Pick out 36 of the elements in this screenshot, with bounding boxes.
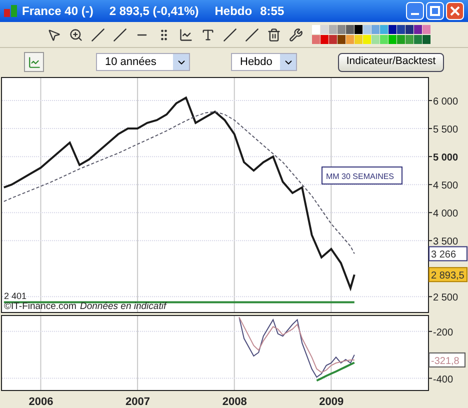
axis-label: -200 — [433, 327, 454, 338]
year-label: 2009 — [319, 396, 344, 408]
chart-tool-button[interactable] — [24, 52, 44, 72]
axis-label: 5 500 — [433, 124, 458, 136]
year-label: 2006 — [28, 396, 54, 408]
axis-label: 6 000 — [433, 96, 458, 108]
range-select[interactable]: 10 années — [96, 53, 190, 71]
axis-label: 5 000 — [433, 152, 458, 164]
annotation: MM 30 SEMAINES — [326, 172, 394, 181]
indicator-button[interactable]: Indicateur/Backtest — [338, 52, 444, 72]
axis-label: 4 500 — [433, 180, 458, 192]
axis-label: -400 — [433, 374, 454, 386]
axis-label: 3 500 — [433, 236, 458, 248]
value-tag: 3 266 — [428, 246, 468, 262]
axis-label: 2 500 — [433, 292, 458, 304]
close-icon — [450, 6, 460, 16]
window-title-price: 2 893,5 (-0,41%) — [109, 3, 199, 20]
window-title-period: Hebdo — [214, 3, 252, 20]
period-select[interactable]: Hebdo — [231, 53, 297, 71]
disclaimer-note: Données en indicatif — [80, 301, 166, 312]
color-palette[interactable] — [312, 24, 432, 44]
source-note: ©IT-Finance.com — [4, 301, 76, 312]
axis-label: 4 000 — [433, 208, 458, 220]
year-label: 2008 — [222, 396, 247, 408]
app-icon — [4, 5, 18, 17]
value-tag: 2 893,5 — [428, 267, 468, 282]
value-tag: -321,8 — [428, 352, 466, 368]
window-title: France 40 (-) — [22, 3, 94, 20]
maximize-button[interactable] — [426, 2, 444, 20]
window-title-time: 8:55 — [260, 3, 284, 20]
close-button[interactable] — [446, 2, 464, 20]
chart-icon — [28, 56, 40, 68]
minimize-button[interactable] — [406, 2, 424, 20]
level-label: 2 401 — [4, 291, 27, 302]
year-label: 2007 — [126, 396, 150, 408]
annotation-label: MM 30 SEMAINES — [322, 166, 402, 184]
